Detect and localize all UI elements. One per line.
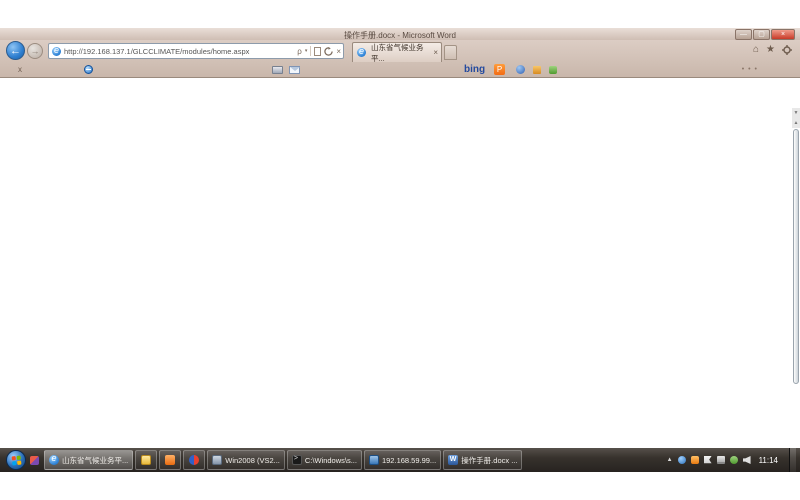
tab-favicon bbox=[357, 48, 366, 57]
taskbar-clock[interactable]: 11:14 bbox=[756, 456, 784, 465]
media-icon bbox=[189, 455, 199, 465]
bing-badge-icon[interactable]: P bbox=[494, 64, 505, 75]
new-tab-button[interactable] bbox=[444, 45, 457, 60]
tab-title: 山东省气候业务平... bbox=[371, 42, 431, 62]
word-icon bbox=[448, 455, 458, 465]
tray-globe-icon[interactable] bbox=[678, 456, 686, 464]
stop-icon[interactable]: × bbox=[336, 47, 341, 56]
screenshot-root: 操作手册.docx - Microsoft Word — ▢ × ← → htt… bbox=[0, 0, 800, 500]
close-button[interactable]: × bbox=[771, 29, 795, 40]
show-desktop-button[interactable] bbox=[789, 448, 796, 472]
remote-icon bbox=[369, 455, 379, 465]
taskbar-button-label: C:\Windows\s... bbox=[305, 456, 357, 465]
scroll-down-icon[interactable]: ▼ bbox=[792, 108, 800, 118]
bing-logo: bing bbox=[464, 64, 485, 75]
addon-camera-icon[interactable] bbox=[516, 65, 525, 74]
close-pane-icon[interactable]: x bbox=[18, 65, 22, 74]
browser-window: ← → http://192.168.137.1/GLCCLIMATE/modu… bbox=[0, 40, 800, 78]
speaker-icon[interactable] bbox=[743, 456, 751, 464]
taskbar-button-label: 操作手册.docx ... bbox=[461, 455, 517, 466]
compatibility-icon[interactable] bbox=[314, 47, 321, 56]
tab-close-icon[interactable]: × bbox=[433, 48, 438, 57]
orange-icon bbox=[165, 455, 175, 465]
more-options-icon[interactable]: • • • bbox=[742, 66, 758, 73]
start-button[interactable] bbox=[6, 450, 26, 470]
home-icon[interactable]: ⌂ bbox=[753, 44, 759, 55]
taskbar-button-folder[interactable] bbox=[135, 450, 157, 470]
server-icon bbox=[212, 455, 222, 465]
addon-puzzle-icon[interactable] bbox=[549, 66, 557, 74]
taskbar-button-cmd[interactable]: C:\Windows\s... bbox=[287, 450, 362, 470]
addon-speaker-icon[interactable] bbox=[533, 66, 541, 74]
taskbar-button-orange[interactable] bbox=[159, 450, 181, 470]
taskbar-button-remote[interactable]: 192.168.59.99... bbox=[364, 450, 441, 470]
maximize-button[interactable]: ▢ bbox=[753, 29, 770, 40]
windows-logo-icon bbox=[12, 456, 22, 466]
taskbar-button-label: 192.168.59.99... bbox=[382, 456, 436, 465]
cmd-icon bbox=[292, 455, 302, 465]
window-controls: — ▢ × bbox=[735, 29, 795, 40]
taskbar: 山东省气候业务平... Win2008 (VS2... C:\Windows\s..… bbox=[0, 448, 800, 472]
network-icon[interactable] bbox=[717, 456, 725, 464]
pinned-app-icon[interactable] bbox=[30, 456, 39, 465]
ie-icon bbox=[49, 455, 59, 465]
scrollbar-thumb[interactable] bbox=[793, 129, 799, 384]
browser-back-button[interactable]: ← bbox=[6, 41, 25, 60]
browser-tab[interactable]: 山东省气候业务平... × bbox=[352, 42, 442, 62]
system-tray: ▲ 11:14 bbox=[667, 448, 798, 472]
taskbar-button-ie[interactable]: 山东省气候业务平... bbox=[44, 450, 133, 470]
scroll-up-icon[interactable]: ▲ bbox=[792, 118, 800, 128]
taskbar-button-media[interactable] bbox=[183, 450, 205, 470]
card-reader-icon[interactable] bbox=[272, 66, 283, 74]
settings-gear-icon[interactable] bbox=[782, 45, 792, 55]
favorites-star-icon[interactable]: ★ bbox=[766, 44, 775, 55]
browser-navigation-bar: ← → http://192.168.137.1/GLCCLIMATE/modu… bbox=[0, 40, 800, 62]
taskbar-button-word[interactable]: 操作手册.docx ... bbox=[443, 450, 522, 470]
search-icon[interactable]: ρ bbox=[297, 47, 302, 56]
address-bar[interactable]: http://192.168.137.1/GLCCLIMATE/modules/… bbox=[48, 43, 344, 59]
taskbar-button-label: 山东省气候业务平... bbox=[62, 455, 128, 466]
tray-app-icon[interactable] bbox=[691, 456, 699, 464]
hidden-icons-chevron[interactable]: ▲ bbox=[667, 457, 673, 463]
minimize-button[interactable]: — bbox=[735, 29, 752, 40]
folder-icon bbox=[141, 455, 151, 465]
action-center-flag-icon[interactable] bbox=[704, 456, 712, 464]
url-text[interactable]: http://192.168.137.1/GLCCLIMATE/modules/… bbox=[64, 47, 297, 56]
search-dropdown-icon[interactable]: ▾ bbox=[305, 48, 308, 54]
mail-icon[interactable] bbox=[289, 66, 300, 74]
update-icon[interactable] bbox=[730, 456, 738, 464]
browser-forward-button[interactable]: → bbox=[27, 43, 43, 59]
divider bbox=[310, 46, 311, 56]
taskbar-button-label: Win2008 (VS2... bbox=[225, 456, 280, 465]
ie-page-icon bbox=[52, 47, 61, 56]
browser-command-bar: x bing P • • • bbox=[0, 62, 800, 77]
refresh-icon[interactable] bbox=[324, 47, 333, 56]
addon-globe-icon[interactable] bbox=[84, 65, 93, 74]
taskbar-button-server[interactable]: Win2008 (VS2... bbox=[207, 450, 285, 470]
